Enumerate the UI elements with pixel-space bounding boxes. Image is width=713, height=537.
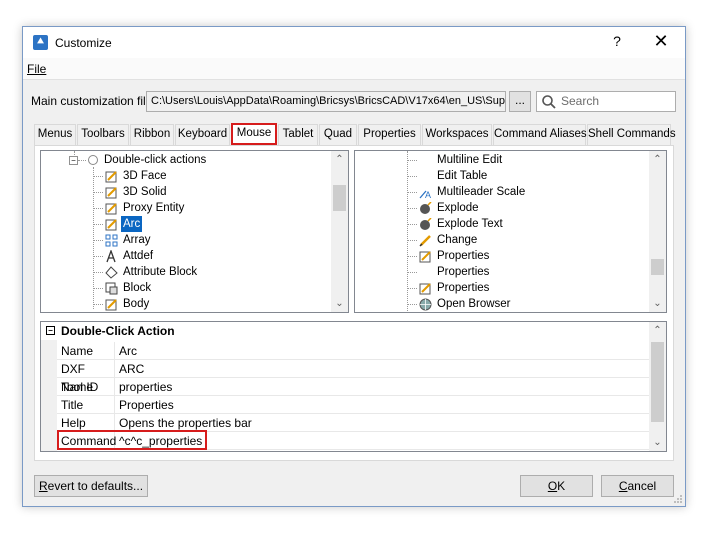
menu-bar: File bbox=[23, 58, 685, 80]
tab-mouse[interactable]: Mouse bbox=[231, 123, 277, 145]
double-click-actions-tree[interactable]: − Double-click actions 3D Face 3D Solid … bbox=[40, 150, 349, 313]
help-button[interactable]: ? bbox=[609, 33, 625, 51]
tab-properties[interactable]: Properties bbox=[358, 124, 421, 145]
attribute-block-icon bbox=[105, 266, 118, 279]
tab-quad[interactable]: Quad bbox=[319, 124, 357, 145]
main-customization-file-label: Main customization file: bbox=[31, 94, 156, 108]
ok-button[interactable]: OK bbox=[520, 475, 593, 497]
search-input[interactable]: Search bbox=[536, 91, 676, 112]
tab-workspaces[interactable]: Workspaces bbox=[422, 124, 492, 145]
edit-icon bbox=[419, 251, 431, 263]
explode-icon bbox=[420, 202, 432, 214]
svg-text:A: A bbox=[425, 190, 431, 199]
globe-icon bbox=[419, 298, 432, 311]
tab-command-aliases[interactable]: Command Aliases bbox=[493, 124, 587, 145]
scroll-thumb[interactable] bbox=[651, 342, 664, 422]
commands-tree[interactable]: Multiline Edit Edit Table A Multileader … bbox=[354, 150, 667, 313]
explode-icon bbox=[420, 218, 432, 230]
search-icon bbox=[542, 95, 556, 109]
property-row-title[interactable]: Title Properties bbox=[57, 396, 649, 414]
pencil-icon bbox=[419, 235, 431, 247]
tab-toolbars[interactable]: Toolbars bbox=[77, 124, 129, 145]
property-row-dxf-name[interactable]: DXF Name ARC bbox=[57, 360, 649, 394]
scroll-thumb[interactable] bbox=[651, 259, 664, 275]
revert-to-defaults-button[interactable]: Revert to defaults... bbox=[34, 475, 148, 497]
scroll-up-arrow-icon[interactable]: ⌃ bbox=[331, 151, 348, 168]
edit-icon bbox=[105, 187, 117, 199]
multileader-icon: A bbox=[419, 190, 431, 199]
property-grid-scrollbar[interactable]: ⌃ ⌄ bbox=[649, 322, 666, 451]
expand-toggle-icon[interactable]: − bbox=[69, 156, 78, 165]
attdef-icon bbox=[106, 250, 116, 263]
tab-ribbon[interactable]: Ribbon bbox=[130, 124, 174, 145]
tab-menus[interactable]: Menus bbox=[34, 124, 76, 145]
left-tree-scrollbar[interactable]: ⌃ ⌄ bbox=[331, 151, 348, 312]
resize-grip-icon[interactable] bbox=[673, 494, 683, 504]
bricscad-app-icon: ⯅ bbox=[33, 35, 48, 50]
right-tree-scrollbar[interactable]: ⌃ ⌄ bbox=[649, 151, 666, 312]
tab-shell-commands[interactable]: Shell Commands bbox=[587, 124, 676, 145]
tab-keyboard[interactable]: Keyboard bbox=[175, 124, 230, 145]
edit-icon bbox=[419, 283, 431, 295]
scroll-thumb[interactable] bbox=[333, 185, 346, 211]
command-highlight-box bbox=[57, 430, 207, 450]
browse-button[interactable]: ... bbox=[509, 91, 531, 112]
tab-strip: Menus Toolbars Ribbon Keyboard Mouse Tab… bbox=[34, 123, 676, 146]
edit-icon bbox=[105, 203, 117, 215]
window-title: Customize bbox=[55, 36, 112, 50]
tab-tablet[interactable]: Tablet bbox=[278, 124, 318, 145]
edit-icon bbox=[105, 299, 117, 311]
edit-icon bbox=[105, 219, 117, 231]
scroll-down-arrow-icon[interactable]: ⌄ bbox=[649, 295, 666, 312]
title-bar: ⯅ Customize ? ✕ bbox=[23, 27, 685, 58]
scroll-up-arrow-icon[interactable]: ⌃ bbox=[649, 151, 666, 168]
tree-node-label: Double-click actions bbox=[104, 154, 207, 166]
property-row-name[interactable]: Name Arc bbox=[57, 342, 649, 360]
search-placeholder: Search bbox=[561, 94, 600, 108]
property-grid: − Double-Click Action Name Arc DXF Name … bbox=[40, 321, 667, 452]
array-icon bbox=[105, 234, 118, 247]
cancel-button[interactable]: Cancel bbox=[601, 475, 674, 497]
scroll-down-arrow-icon[interactable]: ⌄ bbox=[331, 295, 348, 312]
block-icon bbox=[105, 282, 118, 295]
close-button[interactable]: ✕ bbox=[652, 31, 670, 51]
node-circle-icon bbox=[88, 155, 98, 165]
property-row-tool-id[interactable]: Tool ID properties bbox=[57, 378, 649, 396]
collapse-icon[interactable]: − bbox=[46, 326, 55, 335]
property-grid-header: − Double-Click Action bbox=[41, 322, 649, 340]
menu-file[interactable]: File bbox=[27, 62, 46, 76]
scroll-down-arrow-icon[interactable]: ⌄ bbox=[649, 434, 666, 451]
edit-icon bbox=[105, 171, 117, 183]
scroll-up-arrow-icon[interactable]: ⌃ bbox=[649, 322, 666, 339]
customization-file-path-field[interactable]: C:\Users\Louis\AppData\Roaming\Bricsys\B… bbox=[146, 91, 506, 112]
